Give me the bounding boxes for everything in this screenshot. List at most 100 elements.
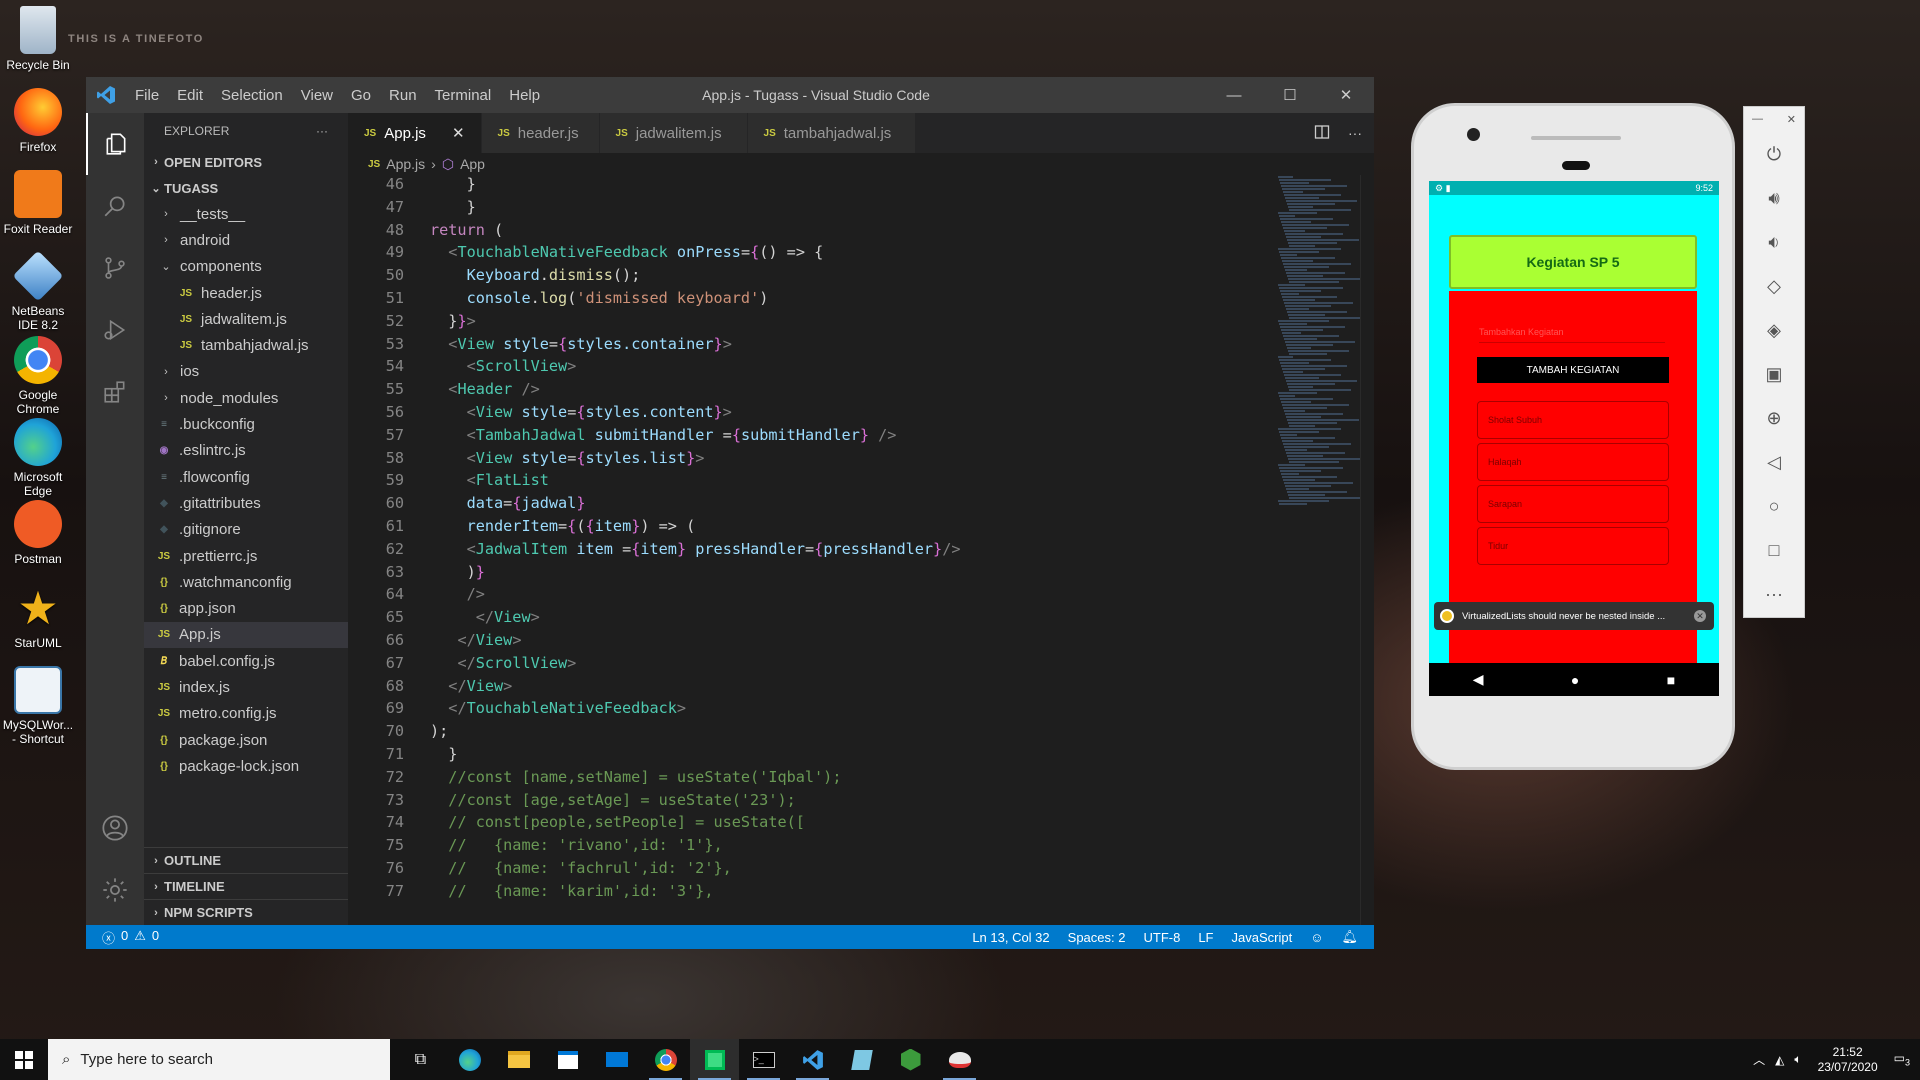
notepad-icon[interactable] bbox=[837, 1039, 886, 1080]
code-line[interactable]: 52 }}> bbox=[348, 312, 1278, 335]
volume-icon[interactable]: 🔈︎ bbox=[1794, 1052, 1801, 1067]
desktop-icon-postman[interactable]: Postman bbox=[0, 500, 76, 566]
tree-file[interactable]: ◆ .gitattributes bbox=[144, 490, 348, 516]
code-line[interactable]: 66 </View> bbox=[348, 631, 1278, 654]
code-line[interactable]: 61 renderItem={({item}) => ( bbox=[348, 517, 1278, 540]
code-line[interactable]: 69 </TouchableNativeFeedback> bbox=[348, 699, 1278, 722]
tree-file[interactable]: ≡ .flowconfig bbox=[144, 464, 348, 490]
zoom-icon[interactable]: ⊕ bbox=[1744, 396, 1804, 440]
rotate-right-icon[interactable]: ◈ bbox=[1744, 308, 1804, 352]
recents-icon[interactable]: ■ bbox=[1667, 672, 1675, 688]
more-icon[interactable]: ··· bbox=[1744, 572, 1804, 616]
notification-center-icon[interactable]: ▭3 bbox=[1894, 1051, 1910, 1067]
minimize-button[interactable]: — bbox=[1206, 77, 1262, 113]
taskbar-clock[interactable]: 21:52 23/07/2020 bbox=[1812, 1045, 1884, 1075]
outline-section[interactable]: › OUTLINE bbox=[144, 847, 348, 873]
code-line[interactable]: 67 </ScrollView> bbox=[348, 654, 1278, 677]
menu-file[interactable]: File bbox=[126, 87, 168, 104]
split-editor-icon[interactable] bbox=[1314, 124, 1330, 143]
code-line[interactable]: 74 // const[people,setPeople] = useState… bbox=[348, 813, 1278, 836]
tab-app-js[interactable]: JS App.js ✕ bbox=[348, 113, 482, 153]
add-activity-button[interactable]: TAMBAH KEGIATAN bbox=[1477, 357, 1669, 383]
vscode-taskbar-icon[interactable] bbox=[788, 1039, 837, 1080]
desktop-icon-staruml[interactable]: ★ StarUML bbox=[0, 584, 76, 650]
desktop-icon-firefox[interactable]: Firefox bbox=[0, 88, 76, 154]
tree-folder[interactable]: › __tests__ bbox=[144, 201, 348, 227]
code-line[interactable]: 58 <View style={styles.list}> bbox=[348, 449, 1278, 472]
menu-terminal[interactable]: Terminal bbox=[426, 87, 501, 104]
breadcrumb-symbol[interactable]: App bbox=[460, 156, 485, 172]
code-line[interactable]: 46 } bbox=[348, 175, 1278, 198]
tree-file[interactable]: JS jadwalitem.js bbox=[144, 306, 348, 332]
close-button[interactable]: ✕ bbox=[1318, 77, 1374, 113]
code-line[interactable]: 71 } bbox=[348, 745, 1278, 768]
volume-down-icon[interactable]: 🔉︎ bbox=[1744, 220, 1804, 264]
menu-view[interactable]: View bbox=[292, 87, 342, 104]
tree-file[interactable]: JS .prettierrc.js bbox=[144, 543, 348, 569]
code-line[interactable]: 70); bbox=[348, 722, 1278, 745]
code-line[interactable]: 56 <View style={styles.content}> bbox=[348, 403, 1278, 426]
list-item[interactable]: Halaqah bbox=[1477, 443, 1669, 481]
file-explorer-icon[interactable] bbox=[494, 1039, 543, 1080]
task-view-icon[interactable]: ⧉ bbox=[396, 1039, 445, 1080]
tree-file[interactable]: ≡ .buckconfig bbox=[144, 411, 348, 437]
npm-scripts-section[interactable]: › NPM SCRIPTS bbox=[144, 899, 348, 925]
overview-icon[interactable]: □ bbox=[1744, 528, 1804, 572]
tree-file[interactable]: JS header.js bbox=[144, 280, 348, 306]
minimize-button[interactable]: — bbox=[1752, 113, 1763, 126]
editor-scrollbar[interactable] bbox=[1360, 175, 1374, 925]
rotate-left-icon[interactable]: ◇ bbox=[1744, 264, 1804, 308]
breadcrumb-file[interactable]: App.js bbox=[386, 156, 425, 172]
code-line[interactable]: 54 <ScrollView> bbox=[348, 357, 1278, 380]
code-line[interactable]: 48 return ( bbox=[348, 221, 1278, 244]
tree-file[interactable]: ◆ .gitignore bbox=[144, 517, 348, 543]
tab-header-js[interactable]: JS header.js bbox=[481, 113, 600, 153]
menu-help[interactable]: Help bbox=[500, 87, 549, 104]
menu-edit[interactable]: Edit bbox=[168, 87, 212, 104]
start-button[interactable] bbox=[0, 1039, 48, 1080]
more-actions-icon[interactable]: ··· bbox=[316, 124, 328, 138]
encoding[interactable]: UTF-8 bbox=[1143, 930, 1180, 945]
search-icon[interactable] bbox=[86, 175, 144, 237]
code-line[interactable]: 68 </View> bbox=[348, 677, 1278, 700]
warning-toast[interactable]: VirtualizedLists should never be nested … bbox=[1434, 602, 1714, 630]
close-icon[interactable]: ✕ bbox=[452, 124, 465, 142]
chrome-taskbar-icon[interactable] bbox=[641, 1039, 690, 1080]
desktop-icon-netbeans[interactable]: NetBeans IDE 8.2 bbox=[0, 250, 76, 332]
desktop-icon-mysql-workbench[interactable]: MySQLWor... - Shortcut bbox=[0, 666, 76, 746]
code-line[interactable]: 73 //const [age,setAge] = useState('23')… bbox=[348, 791, 1278, 814]
run-debug-icon[interactable] bbox=[86, 299, 144, 361]
power-icon[interactable]: ⏻ bbox=[1744, 132, 1804, 176]
open-editors-section[interactable]: › OPEN EDITORS bbox=[144, 149, 348, 175]
back-icon[interactable]: ◁ bbox=[1744, 440, 1804, 484]
menu-selection[interactable]: Selection bbox=[212, 87, 292, 104]
code-line[interactable]: 76 // {name: 'fachrul',id: '2'}, bbox=[348, 859, 1278, 882]
code-line[interactable]: 51 console.log('dismissed keyboard') bbox=[348, 289, 1278, 312]
timeline-section[interactable]: › TIMELINE bbox=[144, 873, 348, 899]
volume-up-icon[interactable]: 🔊︎ bbox=[1744, 176, 1804, 220]
code-line[interactable]: 47 } bbox=[348, 198, 1278, 221]
chevron-up-icon[interactable]: ︿ bbox=[1753, 1051, 1765, 1068]
code-line[interactable]: 75 // {name: 'rivano',id: '1'}, bbox=[348, 836, 1278, 859]
menu-run[interactable]: Run bbox=[380, 87, 426, 104]
end-of-line[interactable]: LF bbox=[1198, 930, 1213, 945]
list-item[interactable]: Sholat Subuh bbox=[1477, 401, 1669, 439]
tab-jadwalitem-js[interactable]: JS jadwalitem.js bbox=[599, 113, 748, 153]
tab-tambahjadwal-js[interactable]: JS tambahjadwal.js bbox=[747, 113, 916, 153]
code-line[interactable]: 72 //const [name,setName] = useState('Iq… bbox=[348, 768, 1278, 791]
store-icon[interactable] bbox=[543, 1039, 592, 1080]
minimap[interactable] bbox=[1278, 175, 1363, 925]
code-line[interactable]: 62 <JadwalItem item ={item} pressHandler… bbox=[348, 540, 1278, 563]
code-line[interactable]: 50 Keyboard.dismiss(); bbox=[348, 266, 1278, 289]
cursor-position[interactable]: Ln 13, Col 32 bbox=[972, 930, 1049, 945]
emulator-taskbar-icon[interactable] bbox=[935, 1039, 984, 1080]
code-line[interactable]: 59 <FlatList bbox=[348, 471, 1278, 494]
code-editor[interactable]: 46 } 47 } 48 return (49 <TouchableNativeFee… bbox=[348, 175, 1278, 925]
feedback-icon[interactable]: ☺ bbox=[1310, 930, 1323, 945]
code-line[interactable]: 57 <TambahJadwal submitHandler ={submitH… bbox=[348, 426, 1278, 449]
home-icon[interactable]: ○ bbox=[1744, 484, 1804, 528]
more-actions-icon[interactable]: ··· bbox=[1348, 125, 1362, 141]
tree-file[interactable]: JS index.js bbox=[144, 674, 348, 700]
accounts-icon[interactable] bbox=[86, 797, 144, 859]
tree-file[interactable]: 𝘉babel.config.js bbox=[144, 648, 348, 674]
